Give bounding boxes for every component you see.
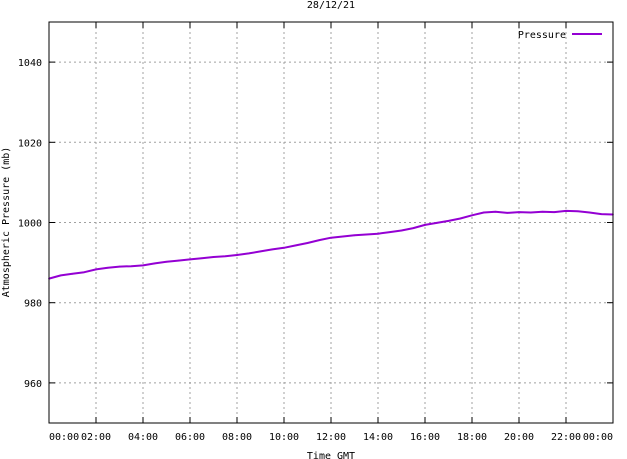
grid [49, 22, 613, 423]
data-point [471, 214, 473, 217]
data-point [83, 271, 86, 274]
data-point [71, 273, 74, 275]
y-tick-label: 1000 [18, 219, 42, 230]
pressure-chart: 28/12/21 960980100010201040 00:00 02:00 04… [1, 0, 614, 459]
data-point [565, 210, 567, 212]
data-point [318, 239, 321, 241]
y-axis-label: Atmospheric Pressure (mb) [1, 147, 12, 298]
data-point [224, 255, 227, 257]
x-tick-label: 18:00 [457, 432, 487, 443]
y-tick-label: 960 [24, 379, 42, 390]
data-point [95, 268, 97, 271]
x-tick-label: 22:00 [551, 432, 581, 443]
data-point [506, 212, 509, 214]
data-point [142, 264, 144, 267]
data-point [541, 210, 544, 213]
data-point [518, 211, 520, 213]
data-point [306, 242, 309, 244]
data-point [600, 213, 603, 215]
data-point [200, 257, 203, 259]
y-tick-label: 980 [24, 299, 42, 310]
data-point [588, 211, 591, 214]
data-point [259, 250, 262, 253]
data-point [153, 262, 156, 265]
x-axis-label: Time GMT [307, 451, 355, 459]
x-tick-label: 16:00 [410, 432, 440, 443]
y-axis-ticks: 960 980 1000 1020 1040 [18, 58, 613, 390]
data-point [529, 211, 532, 214]
x-tick-label: 04:00 [128, 432, 158, 443]
x-tick-label: 14:00 [363, 432, 393, 443]
data-point [459, 217, 462, 220]
y-tick-label: 1020 [18, 138, 42, 149]
x-tick-label: 02:00 [81, 432, 111, 443]
data-point [400, 229, 403, 232]
data-point [283, 246, 285, 249]
data-point [576, 210, 579, 213]
x-tick-label: 08:00 [222, 432, 252, 443]
data-point [353, 234, 356, 237]
data-point [106, 267, 109, 269]
data-point [212, 256, 215, 258]
data-point [59, 274, 62, 277]
x-tick-label: 00:00 [49, 432, 79, 443]
data-point [294, 244, 297, 247]
data-point [130, 265, 133, 268]
series-pressure [48, 209, 614, 280]
data-point [365, 233, 368, 236]
data-point [189, 258, 191, 261]
data-point [412, 227, 415, 229]
x-tick-label: 06:00 [175, 432, 205, 443]
data-point [377, 232, 379, 235]
data-point [482, 211, 485, 214]
x-tick-label: 20:00 [504, 432, 534, 443]
data-point [494, 210, 497, 213]
data-point [236, 254, 238, 256]
x-tick-label: 12:00 [316, 432, 346, 443]
chart-title: 28/12/21 [307, 0, 355, 11]
x-tick-label: 10:00 [269, 432, 299, 443]
legend-label: Pressure [518, 30, 566, 41]
data-point [388, 231, 391, 233]
data-point [177, 259, 180, 262]
data-point [271, 248, 274, 251]
data-point [330, 236, 332, 239]
data-point [553, 211, 556, 213]
data-point [447, 220, 450, 222]
series-layer [48, 209, 614, 280]
data-point [435, 222, 438, 224]
data-point [424, 224, 426, 226]
x-tick-label: 00:00 [583, 432, 613, 443]
data-point [247, 252, 250, 255]
data-point [165, 260, 168, 263]
y-tick-label: 1040 [18, 58, 42, 69]
data-point [341, 235, 344, 238]
legend: Pressure [518, 30, 602, 41]
data-point [118, 265, 121, 268]
